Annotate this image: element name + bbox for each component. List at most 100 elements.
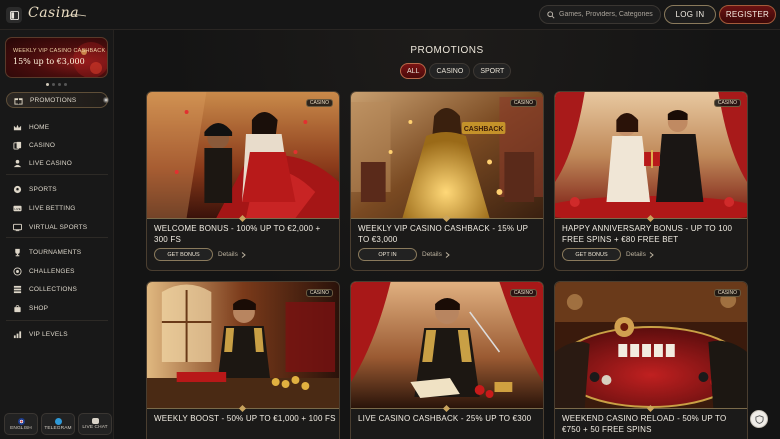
- live-chat-label: LIVE CHAT: [82, 425, 108, 430]
- sidebar-item-live-betting[interactable]: LIVE LIVE BETTING: [6, 200, 108, 216]
- carousel-dot[interactable]: [58, 83, 61, 86]
- promotion-image: [351, 282, 543, 408]
- get-bonus-button[interactable]: GET BONUS: [154, 248, 213, 261]
- opt-in-button[interactable]: OPT IN: [358, 248, 417, 261]
- carousel-dot[interactable]: [52, 83, 55, 86]
- sidebar-item-label: LIVE BETTING: [29, 204, 76, 212]
- sidebar-item-label: CHALLENGES: [29, 267, 75, 275]
- promotion-image: [555, 92, 747, 218]
- soccer-ball-icon: [13, 185, 22, 194]
- main-content: PROMOTIONS ALL CASINO SPORT CASINO WELCO…: [114, 30, 780, 439]
- category-tag: CASINO: [305, 289, 333, 297]
- card-divider: [351, 218, 543, 219]
- banner-headline: 15% up to €3,000: [13, 57, 85, 66]
- get-bonus-button[interactable]: GET BONUS: [562, 248, 621, 261]
- sidebar-item-label: SHOP: [29, 304, 49, 312]
- login-button[interactable]: LOG IN: [664, 5, 716, 24]
- search-icon: [547, 10, 555, 19]
- promotion-image: CASHBACK: [351, 92, 543, 218]
- promotion-card[interactable]: CASINO WEEKEND CASINO RELOAD - 50% UP TO…: [554, 281, 748, 439]
- register-button[interactable]: REGISTER: [719, 5, 776, 24]
- filter-chip-sport[interactable]: SPORT: [473, 63, 512, 79]
- banner-subtitle: WEEKLY VIP CASINO CASHBACK: [13, 48, 106, 54]
- promotion-card[interactable]: CASHBACK CASINO WEEKLY VIP CASINO CASHBA…: [350, 91, 544, 271]
- live-chat-button[interactable]: LIVE CHAT: [78, 413, 112, 435]
- sidebar-divider: [6, 320, 108, 321]
- search-bar[interactable]: [539, 5, 661, 24]
- sidebar-toggle-button[interactable]: [6, 7, 22, 23]
- sidebar-item-home[interactable]: HOME: [6, 119, 108, 135]
- sidebar-item-vip-levels[interactable]: VIP LEVELS: [6, 326, 108, 342]
- promotion-title: WEEKEND CASINO RELOAD - 50% UP TO €750 +…: [562, 414, 727, 434]
- filter-chip-all[interactable]: ALL: [400, 63, 427, 79]
- category-tag: CASINO: [713, 289, 741, 297]
- sidebar-item-promotions[interactable]: PROMOTIONS: [6, 92, 110, 108]
- chevron-right-icon: [649, 251, 654, 258]
- carousel-dot[interactable]: [46, 83, 49, 86]
- details-link[interactable]: Details: [218, 248, 246, 261]
- chat-bubble-icon: [91, 418, 99, 424]
- sidebar-bottom-bar: ENGLISH TELEGRAM LIVE CHAT: [0, 413, 114, 439]
- details-link[interactable]: Details: [626, 248, 654, 261]
- chevron-right-icon: [445, 251, 450, 258]
- category-tag: CASINO: [713, 99, 741, 107]
- promotion-card[interactable]: CASINO LIVE CASINO CASHBACK - 25% UP TO …: [350, 281, 544, 439]
- sidebar-item-virtual-sports[interactable]: VIRTUAL SPORTS: [6, 219, 108, 235]
- sidebar-item-collections[interactable]: COLLECTIONS: [6, 281, 108, 297]
- search-input[interactable]: [559, 11, 660, 18]
- shop-bag-icon: [13, 304, 22, 313]
- dealer-icon: [13, 159, 22, 168]
- promotion-card[interactable]: CASINO WEEKLY BOOST - 50% UP TO €1,000 +…: [146, 281, 340, 439]
- card-divider: [555, 408, 747, 409]
- sidebar-item-shop[interactable]: SHOP: [6, 300, 108, 316]
- promotion-title: LIVE CASINO CASHBACK - 25% UP TO €300: [358, 414, 532, 423]
- chevron-right-icon: [241, 251, 246, 258]
- sidebar-item-label: CASINO: [29, 141, 56, 149]
- page-title: PROMOTIONS: [410, 45, 484, 56]
- sidebar-item-label: COLLECTIONS: [29, 285, 78, 293]
- details-label: Details: [422, 251, 442, 258]
- promotion-image: [555, 282, 747, 408]
- carousel-dot[interactable]: [64, 83, 67, 86]
- shield-icon: [754, 414, 764, 424]
- sidebar-promo-banner[interactable]: WEEKLY VIP CASINO CASHBACK 15% up to €3,…: [5, 37, 108, 78]
- promotion-image: [147, 282, 339, 408]
- sidebar-toggle-icon: [9, 10, 19, 20]
- language-label: ENGLISH: [10, 425, 32, 431]
- support-widget-button[interactable]: [750, 410, 768, 428]
- target-icon: [13, 266, 22, 276]
- sidebar-divider: [6, 174, 108, 175]
- filter-chip-casino[interactable]: CASINO: [429, 63, 471, 79]
- card-divider: [351, 408, 543, 409]
- card-divider: [147, 218, 339, 219]
- svg-text:LIVE: LIVE: [14, 206, 20, 210]
- sidebar-item-casino[interactable]: CASINO: [6, 137, 108, 153]
- sidebar-item-challenges[interactable]: CHALLENGES: [6, 263, 108, 279]
- logo-swoosh-icon: [64, 14, 86, 18]
- sidebar-item-live-casino[interactable]: LIVE CASINO: [6, 155, 108, 171]
- sidebar-item-label: HOME: [29, 123, 50, 131]
- sidebar-item-tournaments[interactable]: TOURNAMENTS: [6, 244, 108, 260]
- sidebar-item-sports[interactable]: SPORTS: [6, 181, 108, 197]
- promotion-card[interactable]: CASINO WELCOME BONUS - 100% UP TO €2,000…: [146, 91, 340, 271]
- language-button[interactable]: ENGLISH: [4, 413, 38, 435]
- banner-carousel-dots: [46, 83, 67, 86]
- sidebar-item-label: PROMOTIONS: [30, 96, 77, 104]
- promotion-title: WELCOME BONUS - 100% UP TO €2,000 + 300 …: [154, 224, 321, 244]
- card-divider: [555, 218, 747, 219]
- promotion-image: [147, 92, 339, 218]
- image-caption: CASHBACK: [464, 126, 504, 133]
- promotion-card[interactable]: CASINO HAPPY ANNIVERSARY BONUS - UP TO 1…: [554, 91, 748, 271]
- sidebar-item-label: LIVE CASINO: [29, 159, 73, 167]
- top-header: Casina LOG IN REGISTER: [0, 0, 780, 30]
- promotion-title: WEEKLY VIP CASINO CASHBACK - 15% UP TO €…: [358, 224, 529, 244]
- cards-icon: [13, 141, 22, 150]
- trophy-icon: [13, 248, 22, 257]
- promotion-title: WEEKLY BOOST - 50% UP TO €1,000 + 100 FS: [154, 414, 336, 423]
- vip-ladder-icon: [13, 330, 22, 339]
- details-link[interactable]: Details: [422, 248, 450, 261]
- details-label: Details: [626, 251, 646, 258]
- uk-flag-icon: [17, 417, 25, 425]
- promotion-filters: ALL CASINO SPORT: [400, 63, 512, 79]
- telegram-button[interactable]: TELEGRAM: [41, 413, 75, 435]
